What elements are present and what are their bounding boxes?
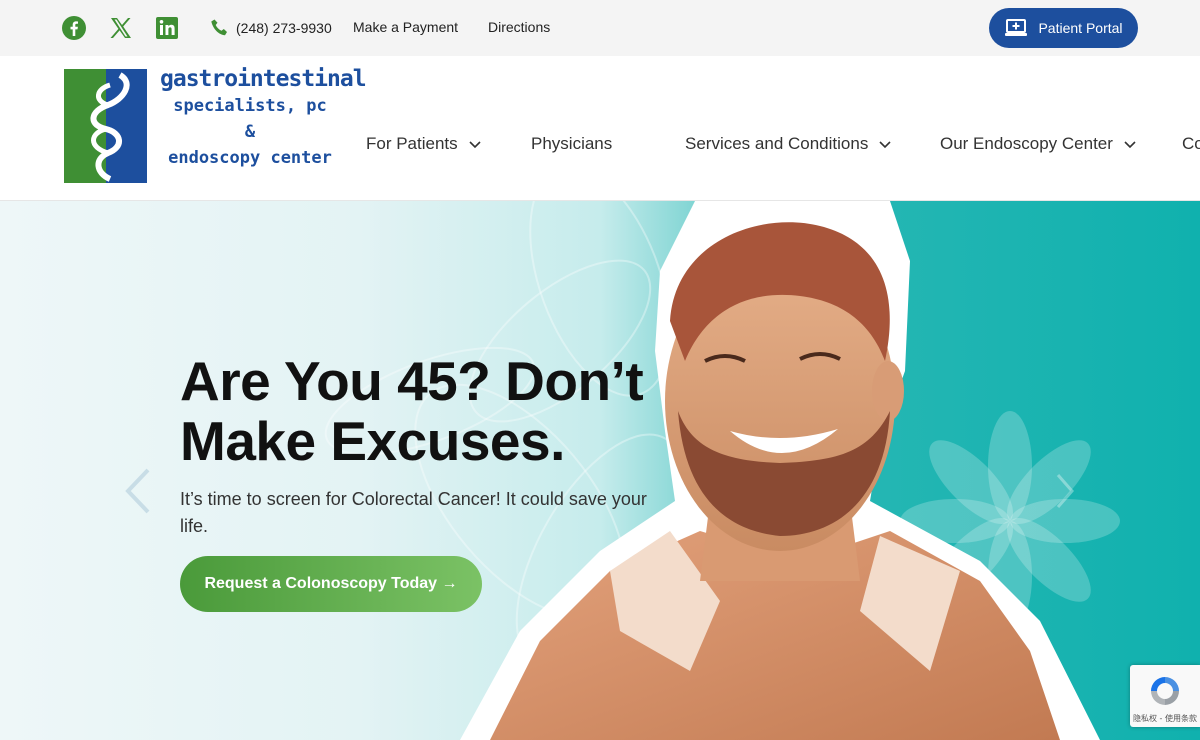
chevron-down-icon [1124, 141, 1136, 149]
hero-subtitle: It’s time to screen for Colorectal Cance… [180, 489, 647, 536]
nav-item-our-endoscopy-center[interactable]: Our Endoscopy Center [940, 134, 1137, 154]
nav-item-for-patients[interactable]: For Patients [366, 134, 482, 154]
nav-item-services-and-conditions[interactable]: Services and Conditions [685, 134, 892, 154]
recaptcha-badge[interactable]: 隐私权 - 使用条款 [1130, 665, 1200, 727]
hero-title-line-2: Make Excuses. [180, 410, 565, 472]
logo-line-3: & [244, 122, 256, 142]
nav-item-label: Physicians [531, 134, 613, 153]
chevron-down-icon [469, 141, 481, 149]
logo-wordmark[interactable]: gastrointestinal specialists, pc & endos… [160, 66, 367, 174]
linkedin-icon[interactable] [154, 15, 180, 41]
request-colonoscopy-label: Request a Colonoscopy Today → [204, 575, 458, 592]
nav-item-label: Co [1182, 134, 1200, 153]
phone-link[interactable]: (248) 273-9930 [210, 18, 332, 38]
top-utility-bar: (248) 273-9930 Make a Payment Directions… [0, 0, 1200, 56]
chevron-down-icon [879, 141, 891, 149]
recaptcha-terms-text: 隐私权 - 使用条款 [1133, 714, 1197, 723]
nav-item-label: For Patients [366, 134, 458, 153]
nav-item-label: Services and Conditions [685, 134, 869, 153]
nav-item-contact-truncated[interactable]: Co [1182, 134, 1200, 154]
nav-item-physicians[interactable]: Physicians [531, 134, 612, 154]
directions-link[interactable]: Directions [488, 19, 550, 35]
recaptcha-icon [1151, 677, 1179, 705]
facebook-icon[interactable] [61, 15, 87, 41]
hero-title: Are You 45? Don’t Make Excuses. [180, 351, 700, 471]
hero-title-line-1: Are You 45? Don’t [180, 350, 644, 412]
logo-mark-icon[interactable] [64, 69, 147, 183]
logo-line-2: specialists, pc [173, 96, 327, 116]
carousel-next-arrow-icon[interactable] [1052, 471, 1078, 511]
make-payment-link[interactable]: Make a Payment [353, 19, 458, 35]
main-header: gastrointestinal specialists, pc & endos… [0, 56, 1200, 201]
phone-icon [211, 19, 227, 36]
phone-number: (248) 273-9930 [236, 20, 332, 36]
patient-portal-label: Patient Portal [1038, 20, 1123, 36]
hero-carousel: Are You 45? Don’t Make Excuses. It’s tim… [0, 201, 1200, 740]
patient-portal-button[interactable]: Patient Portal [989, 8, 1138, 48]
logo-line-4: endoscopy center [168, 148, 332, 168]
x-twitter-icon[interactable] [108, 15, 134, 41]
nav-item-label: Our Endoscopy Center [940, 134, 1113, 153]
logo-line-1: gastrointestinal [160, 66, 367, 92]
laptop-medical-icon [1005, 19, 1028, 36]
request-colonoscopy-button[interactable]: Request a Colonoscopy Today → [180, 556, 482, 612]
carousel-prev-arrow-icon[interactable] [120, 466, 156, 516]
